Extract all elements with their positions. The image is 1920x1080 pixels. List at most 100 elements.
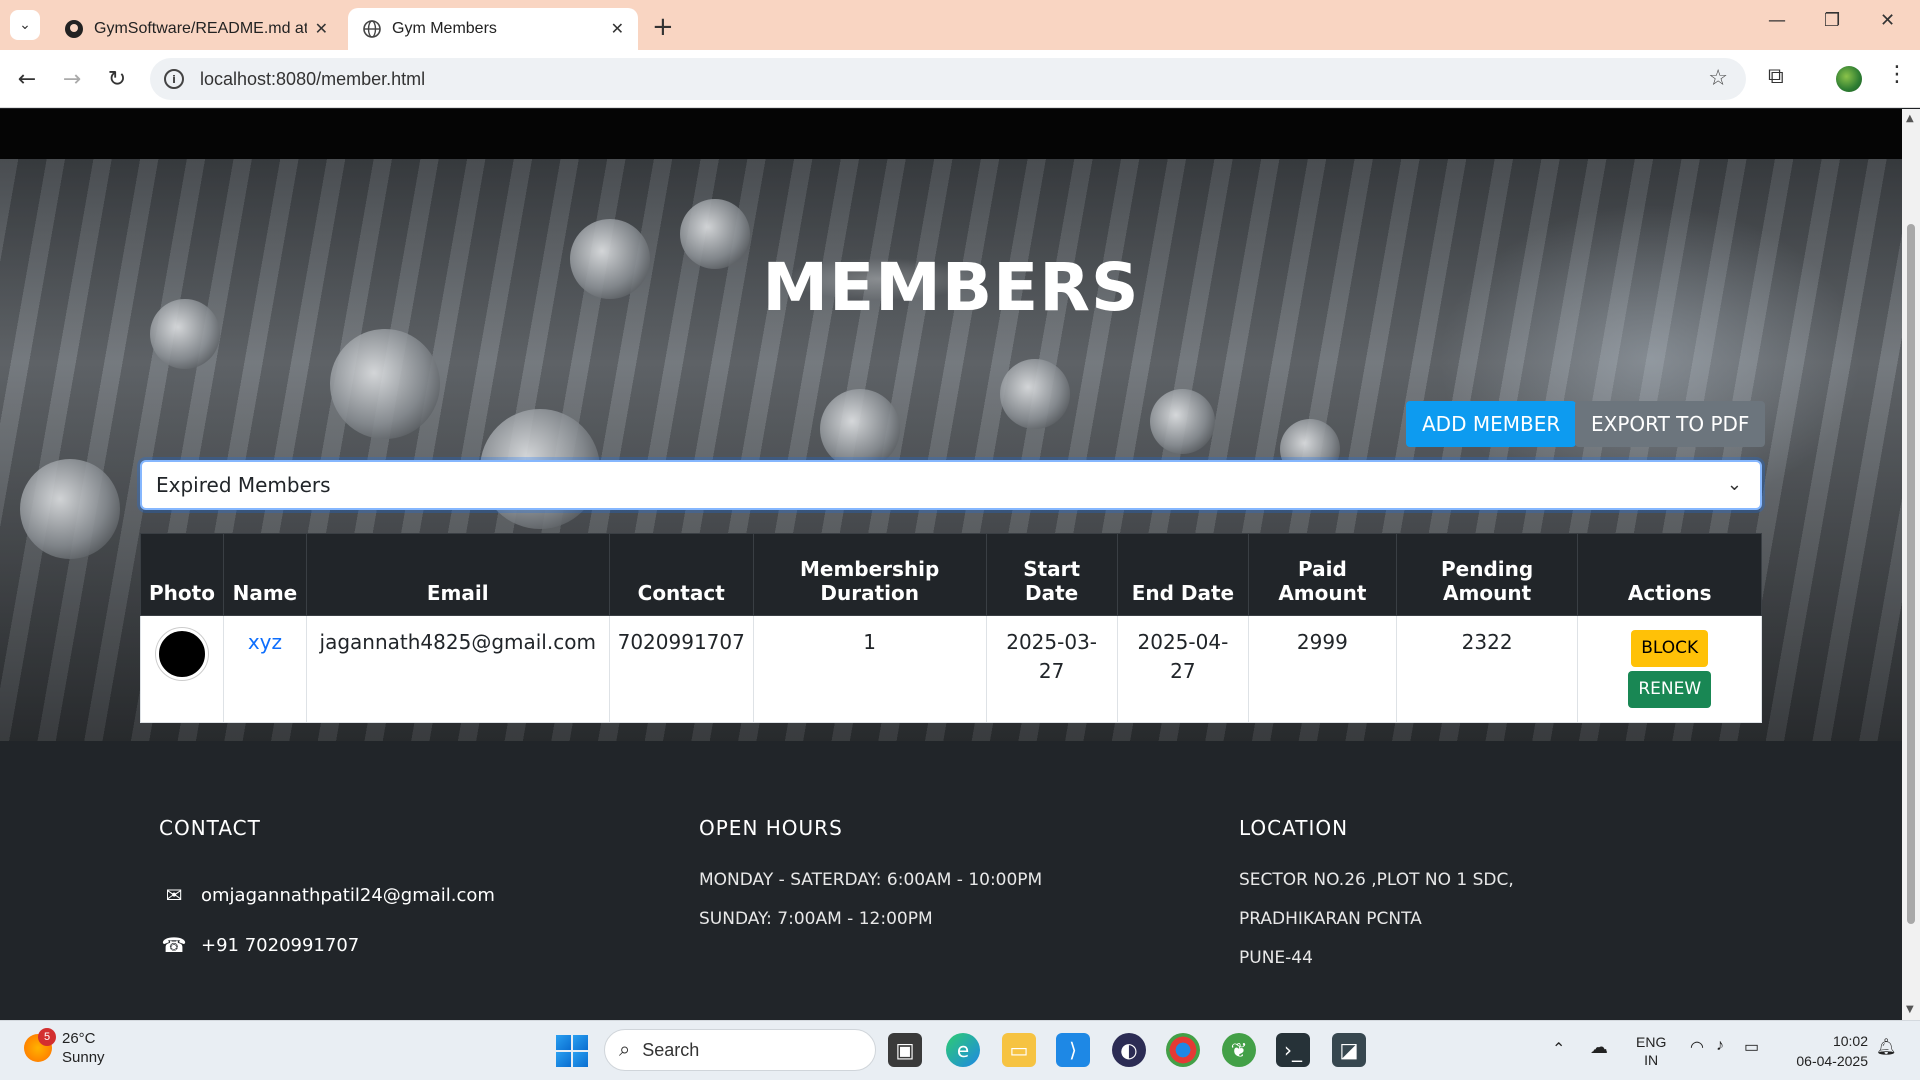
windows-start-button[interactable] xyxy=(556,1035,588,1067)
footer-contact-heading: CONTACT xyxy=(159,816,261,840)
page-scrollbar[interactable]: ▲ ▼ xyxy=(1902,109,1920,1020)
phone-icon: ☎ xyxy=(161,933,187,957)
reload-icon[interactable]: ↻ xyxy=(102,64,132,94)
clock-time: 10:02 xyxy=(1832,1033,1868,1049)
weather-badge: 5 xyxy=(38,1028,56,1046)
renew-member-button[interactable]: RENEW xyxy=(1628,671,1712,708)
member-actions-cell: BLOCK RENEW xyxy=(1577,615,1762,723)
footer-contact-column: CONTACT ✉ omjagannathpatil24@gmail.com ☎… xyxy=(159,816,495,970)
extensions-icon[interactable]: ⧉ xyxy=(1768,64,1784,89)
tab-gym-members[interactable]: Gym Members ✕ xyxy=(348,8,638,50)
footer-location-heading: LOCATION xyxy=(1239,816,1349,840)
footer-hours-heading: OPEN HOURS xyxy=(699,816,843,840)
back-arrow-icon[interactable]: ← xyxy=(12,64,42,94)
member-end-date-cell: 2025-04-27 xyxy=(1116,615,1250,723)
file-explorer-icon[interactable]: ▭ xyxy=(1002,1033,1036,1067)
battery-icon[interactable]: ▭ xyxy=(1744,1037,1759,1057)
background-dumbbell-image xyxy=(820,389,900,469)
eclipse-icon[interactable]: ◐ xyxy=(1112,1033,1146,1067)
member-filter-value: Expired Members xyxy=(156,473,331,497)
background-dumbbell-image xyxy=(20,459,120,559)
members-table: Photo Name Email Contact Membership Dura… xyxy=(140,533,1762,723)
footer-email: omjagannathpatil24@gmail.com xyxy=(201,884,495,906)
close-tab-icon[interactable]: ✕ xyxy=(315,19,328,39)
close-tab-icon[interactable]: ✕ xyxy=(611,19,624,39)
member-duration-cell: 1 xyxy=(752,615,987,723)
site-info-icon[interactable]: i xyxy=(164,69,184,89)
table-row: xyz jagannath4825@gmail.com 7020991707 1… xyxy=(140,615,1762,723)
member-filter-select[interactable]: Expired Members ⌄ xyxy=(140,460,1762,510)
tab-title: Gym Members xyxy=(392,20,497,37)
weather-widget[interactable]: 5 26°C Sunny xyxy=(24,1028,105,1067)
tab-github-readme[interactable]: GymSoftware/README.md at m ✕ xyxy=(50,8,342,50)
notification-bell-icon[interactable]: 🔔︎ xyxy=(1876,1037,1896,1057)
block-member-button[interactable]: BLOCK xyxy=(1631,630,1709,667)
tab-title: GymSoftware/README.md at m xyxy=(94,20,307,37)
hero-section: MEMBERS ADD MEMBER EXPORT TO PDF Expired… xyxy=(0,159,1902,741)
onedrive-cloud-icon[interactable]: ☁ xyxy=(1590,1037,1608,1058)
tab-search-dropdown-button[interactable]: ⌄ xyxy=(10,10,40,40)
column-header-name: Name xyxy=(222,533,307,616)
column-header-end-date: End Date xyxy=(1116,533,1250,616)
footer-hours-line: SUNDAY: 7:00AM - 12:00PM xyxy=(699,909,933,929)
profile-avatar[interactable] xyxy=(1836,66,1862,92)
footer-location-line: SECTOR NO.26 ,PLOT NO 1 SDC, xyxy=(1239,870,1514,890)
language-indicator[interactable]: ENG IN xyxy=(1636,1033,1666,1069)
scroll-up-arrow-icon[interactable]: ▲ xyxy=(1906,113,1914,124)
restore-icon[interactable]: ❐ xyxy=(1824,10,1840,31)
site-footer: CONTACT ✉ omjagannathpatil24@gmail.com ☎… xyxy=(0,741,1902,1020)
clock-date: 06-04-2025 xyxy=(1796,1053,1868,1069)
language-region: IN xyxy=(1644,1052,1659,1068)
volume-icon[interactable]: ♪ xyxy=(1716,1037,1724,1055)
wifi-icon[interactable]: ◠ xyxy=(1690,1037,1704,1057)
column-header-photo: Photo xyxy=(140,533,224,616)
forward-arrow-icon[interactable]: → xyxy=(57,64,87,94)
member-photo-cell xyxy=(140,615,224,723)
table-header-row: Photo Name Email Contact Membership Dura… xyxy=(140,533,1762,616)
add-member-button[interactable]: ADD MEMBER xyxy=(1406,401,1577,447)
system-clock[interactable]: 10:02 06-04-2025 xyxy=(1796,1031,1868,1071)
export-to-pdf-button[interactable]: EXPORT TO PDF xyxy=(1575,401,1766,447)
taskbar-search-box[interactable]: ⌕ Search xyxy=(604,1029,876,1071)
chevron-up-icon[interactable]: ⌃ xyxy=(1552,1039,1565,1059)
member-contact-cell: 7020991707 xyxy=(608,615,754,723)
taskbar-search-placeholder: Search xyxy=(642,1039,700,1060)
column-header-start-date: Start Date xyxy=(985,533,1118,616)
footer-hours-line: MONDAY - SATERDAY: 6:00AM - 10:00PM xyxy=(699,870,1043,890)
close-window-icon[interactable]: ✕ xyxy=(1880,10,1895,31)
app-icon[interactable]: ◪ xyxy=(1332,1033,1366,1067)
new-tab-button[interactable]: + xyxy=(652,12,674,42)
footer-hours-column: OPEN HOURS MONDAY - SATERDAY: 6:00AM - 1… xyxy=(699,816,1042,948)
background-dumbbell-image xyxy=(1000,359,1070,429)
edge-browser-icon[interactable]: e xyxy=(946,1033,980,1067)
chevron-down-icon: ⌄ xyxy=(19,17,31,33)
member-name-cell: xyz xyxy=(222,615,307,723)
footer-location-line: PUNE-44 xyxy=(1239,948,1313,968)
minimize-icon[interactable]: — xyxy=(1768,10,1786,31)
address-bar[interactable]: i localhost:8080/member.html ☆ xyxy=(150,58,1746,100)
browser-menu-icon[interactable]: ⋮ xyxy=(1886,62,1908,87)
bookmark-star-icon[interactable]: ☆ xyxy=(1708,66,1728,91)
scrollbar-thumb[interactable] xyxy=(1907,224,1915,924)
mongodb-compass-icon[interactable]: ❦ xyxy=(1222,1033,1256,1067)
chrome-icon[interactable] xyxy=(1166,1033,1200,1067)
member-photo[interactable] xyxy=(155,628,208,680)
weather-condition: Sunny xyxy=(62,1049,105,1066)
footer-location-column: LOCATION SECTOR NO.26 ,PLOT NO 1 SDC, PR… xyxy=(1239,816,1514,987)
member-paid-amount-cell: 2999 xyxy=(1248,615,1397,723)
footer-email-row: ✉ omjagannathpatil24@gmail.com xyxy=(159,870,495,920)
column-header-contact: Contact xyxy=(608,533,754,616)
terminal-icon[interactable]: ›_ xyxy=(1276,1033,1310,1067)
footer-phone-row: ☎ +91 7020991707 xyxy=(159,920,495,970)
task-view-icon[interactable]: ▣ xyxy=(888,1033,922,1067)
envelope-icon: ✉ xyxy=(165,883,183,907)
member-name-link[interactable]: xyz xyxy=(248,630,282,654)
column-header-actions: Actions xyxy=(1577,533,1762,616)
windows-taskbar: 5 26°C Sunny ⌕ Search ▣ e ▭ ⟩ ◐ ❦ ›_ ◪ ⌃… xyxy=(0,1020,1920,1080)
footer-location-line: PRADHIKARAN PCNTA xyxy=(1239,909,1422,929)
vscode-icon[interactable]: ⟩ xyxy=(1056,1033,1090,1067)
sun-icon: 5 xyxy=(24,1028,56,1062)
background-dumbbell-image xyxy=(1150,389,1215,454)
scroll-down-arrow-icon[interactable]: ▼ xyxy=(1906,1004,1914,1015)
url-text[interactable]: localhost:8080/member.html xyxy=(200,69,425,90)
